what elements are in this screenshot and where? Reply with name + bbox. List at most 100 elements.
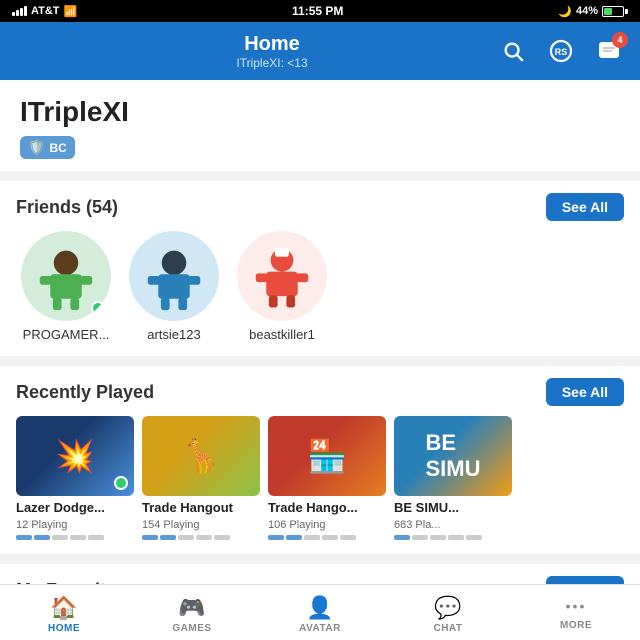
rating-dot [52,535,68,540]
game-name: Lazer Dodge... [16,500,134,515]
bc-badge: 🛡️ BC [20,136,75,159]
robux-icon: RS [549,39,573,63]
recently-played-see-all-button[interactable]: See All [546,378,624,406]
status-left: AT&T 📶 [12,5,77,18]
content-area: ITripleXI 🛡️ BC Friends (54) See All [0,80,640,584]
chat-icon: 💬 [434,595,461,621]
bottom-nav: 🏠 HOME 🎮 GAMES 👤 AVATAR 💬 CHAT ••• MORE [0,584,640,640]
friend-name: beastkiller1 [249,327,315,342]
header-icons: RS 4 [494,32,628,70]
avatar-icon: 👤 [306,595,333,621]
recently-played-section: Recently Played See All 💥 Lazer Dodge...… [0,366,640,554]
battery-percent: 44% [576,5,598,17]
profile-section: ITripleXI 🛡️ BC [0,80,640,171]
battery-icon [602,6,628,17]
friend-item[interactable]: artsie123 [124,231,224,342]
rating-dot [196,535,212,540]
rating-dot [466,535,482,540]
game-rating [142,535,260,540]
notifications-button[interactable]: 4 [590,32,628,70]
username: ITripleXI [20,96,620,128]
nav-more[interactable]: ••• MORE [512,594,640,631]
robux-button[interactable]: RS [542,32,580,70]
wifi-icon: 📶 [64,5,78,18]
friends-section: Friends (54) See All PROGAMER... [0,181,640,356]
header: Home ITripleXI: <13 RS [0,22,640,80]
status-right: 🌙 44% [558,5,628,18]
status-bar: AT&T 📶 11:55 PM 🌙 44% [0,0,640,22]
game-rating [268,535,386,540]
friend-item[interactable]: beastkiller1 [232,231,332,342]
game-item[interactable]: 🏪 Trade Hango... 106 Playing [268,416,386,540]
rating-dot [160,535,176,540]
game-rating [16,535,134,540]
game-playing-count: 106 Playing [268,519,386,531]
friend-avatar-img [139,241,209,311]
friends-header: Friends (54) See All [0,193,640,231]
game-name: Trade Hango... [268,500,386,515]
game-item[interactable]: 🦒 Trade Hangout 154 Playing [142,416,260,540]
nav-chat-label: CHAT [433,623,462,634]
header-title-area: Home ITripleXI: <13 [50,33,494,70]
game-thumbnail: 🏪 [268,416,386,496]
friend-avatar [21,231,111,321]
carrier-label: AT&T [31,5,60,17]
rating-dot [88,535,104,540]
recently-played-list: 💥 Lazer Dodge... 12 Playing 🦒 [0,416,640,554]
friend-item[interactable]: PROGAMER... [16,231,116,342]
friend-avatar [129,231,219,321]
nav-games[interactable]: 🎮 GAMES [128,591,256,634]
header-subtitle: ITripleXI: <13 [236,56,307,70]
rating-dot [268,535,284,540]
game-playing-count: 683 Pla... [394,519,512,531]
notification-badge: 4 [612,32,628,48]
rating-dot [304,535,320,540]
recently-played-header: Recently Played See All [0,378,640,416]
online-indicator [91,301,105,315]
games-icon: 🎮 [178,595,205,621]
nav-games-label: GAMES [172,623,211,634]
nav-chat[interactable]: 💬 CHAT [384,591,512,634]
favorites-section: My Favorites See All 🌊 PILOTTRAINING [0,564,640,584]
rating-dot [16,535,32,540]
search-icon [502,40,524,62]
game-playing-count: 154 Playing [142,519,260,531]
friend-avatar-img [31,241,101,311]
game-thumb-inner: BESIMU [394,416,512,496]
friends-see-all-button[interactable]: See All [546,193,624,221]
rating-dot [70,535,86,540]
friend-name: artsie123 [147,327,200,342]
nav-home[interactable]: 🏠 HOME [0,591,128,634]
game-playing-count: 12 Playing [16,519,134,531]
game-item[interactable]: BESIMU BE SIMU... 683 Pla... [394,416,512,540]
status-time: 11:55 PM [292,4,343,18]
friend-avatar [237,231,327,321]
signal-bars [12,6,27,16]
rating-dot [412,535,428,540]
header-title: Home [244,33,300,56]
game-name: BE SIMU... [394,500,512,515]
rating-dot [142,535,158,540]
game-online-indicator [114,476,128,490]
rating-dot [214,535,230,540]
home-icon: 🏠 [50,595,77,621]
nav-more-label: MORE [560,620,592,631]
nav-avatar[interactable]: 👤 AVATAR [256,591,384,634]
friend-avatar-img [247,241,317,311]
more-icon: ••• [566,598,587,618]
game-item[interactable]: 💥 Lazer Dodge... 12 Playing [16,416,134,540]
rating-dot [322,535,338,540]
search-button[interactable] [494,32,532,70]
favorites-see-all-button[interactable]: See All [546,576,624,584]
rating-dot [430,535,446,540]
svg-text:RS: RS [555,47,568,57]
recently-played-title: Recently Played [16,382,154,403]
rating-dot [340,535,356,540]
bc-icon: 🛡️ [28,139,45,156]
friend-name: PROGAMER... [23,327,110,342]
game-thumb-inner: 🏪 [268,416,386,496]
rating-dot [34,535,50,540]
favorites-header: My Favorites See All [0,576,640,584]
game-rating [394,535,512,540]
game-thumb-inner: 🦒 [142,416,260,496]
